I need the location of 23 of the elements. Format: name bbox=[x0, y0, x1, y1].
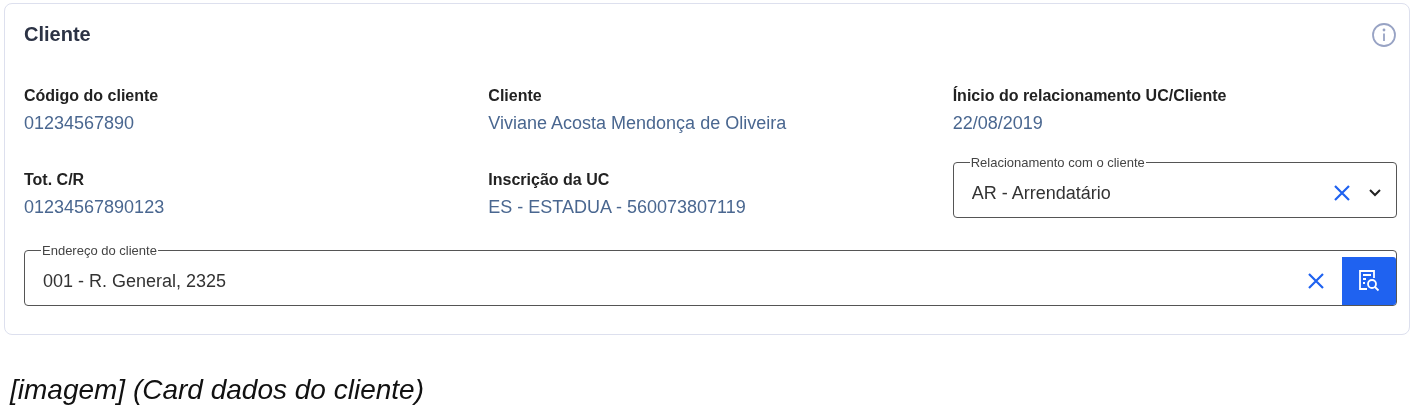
chevron-down-icon[interactable] bbox=[1368, 188, 1382, 198]
value-input[interactable]: AR - Arrendatário bbox=[971, 169, 1332, 217]
card-title: Cliente bbox=[24, 22, 91, 46]
field-label: Relacionamento com o cliente bbox=[969, 156, 1146, 169]
field-value: 01234567890123 bbox=[24, 196, 166, 218]
search-document-icon bbox=[1356, 268, 1382, 294]
field-label: Código do cliente bbox=[24, 86, 160, 106]
caption: [imagem] (Card dados do cliente) bbox=[10, 373, 425, 407]
clear-icon[interactable] bbox=[1306, 271, 1326, 291]
field-value: ES - ESTADUA - 560073807119 bbox=[488, 196, 747, 218]
field-label: Cliente bbox=[488, 86, 543, 106]
field-value: 22/08/2019 bbox=[952, 112, 1044, 134]
field-label: Endereço do cliente bbox=[41, 244, 158, 257]
clear-icon[interactable] bbox=[1332, 183, 1352, 203]
select-field[interactable]: Relacionamento com o cliente AR - Arrendatário bbox=[952, 156, 1397, 218]
search-field[interactable]: Endereço do cliente 001 - R. General, 2325 bbox=[24, 244, 1397, 306]
field-value: Viviane Acosta Mendonça de Oliveira bbox=[488, 112, 788, 134]
field-label: Ínicio do relacionamento UC/Cliente bbox=[952, 86, 1228, 106]
search-button[interactable] bbox=[1342, 257, 1396, 305]
field-label: Tot. C/R bbox=[24, 170, 86, 190]
value-input[interactable]: 001 - R. General, 2325 bbox=[43, 257, 1306, 305]
field-label: Inscrição da UC bbox=[488, 170, 611, 190]
field-value: 01234567890 bbox=[24, 112, 136, 134]
